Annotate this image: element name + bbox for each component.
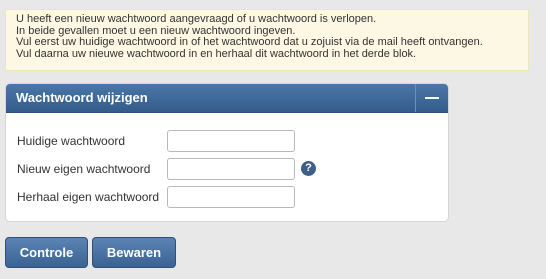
panel-header: Wachtwoord wijzigen bbox=[6, 84, 448, 113]
question-icon[interactable]: ? bbox=[301, 161, 316, 176]
current-password-label: Huidige wachtwoord bbox=[17, 134, 126, 148]
notice-line: Vul eerst uw huidige wachtwoord in of he… bbox=[16, 36, 483, 48]
notice-line: Vul daarna uw nieuwe wachtwoord in en he… bbox=[16, 47, 417, 60]
repeat-password-label: Herhaal eigen wachtwoord bbox=[17, 190, 160, 204]
change-password-panel: Wachtwoord wijzigen Huidige wachtwoord N… bbox=[5, 83, 449, 222]
info-notice: U heeft een nieuw wachtwoord aangevraagd… bbox=[5, 9, 529, 71]
new-password-row: Nieuw eigen wachtwoord ? bbox=[17, 158, 437, 180]
new-password-input[interactable] bbox=[167, 158, 295, 180]
new-password-label: Nieuw eigen wachtwoord bbox=[17, 162, 151, 176]
current-password-input[interactable] bbox=[167, 130, 295, 152]
repeat-password-input[interactable] bbox=[167, 186, 295, 208]
collapse-button[interactable] bbox=[415, 84, 448, 112]
check-button[interactable]: Controle bbox=[5, 237, 88, 268]
current-password-row: Huidige wachtwoord bbox=[17, 130, 437, 152]
repeat-password-row: Herhaal eigen wachtwoord bbox=[17, 186, 437, 208]
panel-title: Wachtwoord wijzigen bbox=[16, 90, 148, 105]
minus-icon bbox=[425, 97, 439, 99]
save-button[interactable]: Bewaren bbox=[92, 237, 176, 268]
notice-line: U heeft een nieuw wachtwoord aangevraagd… bbox=[16, 13, 377, 25]
